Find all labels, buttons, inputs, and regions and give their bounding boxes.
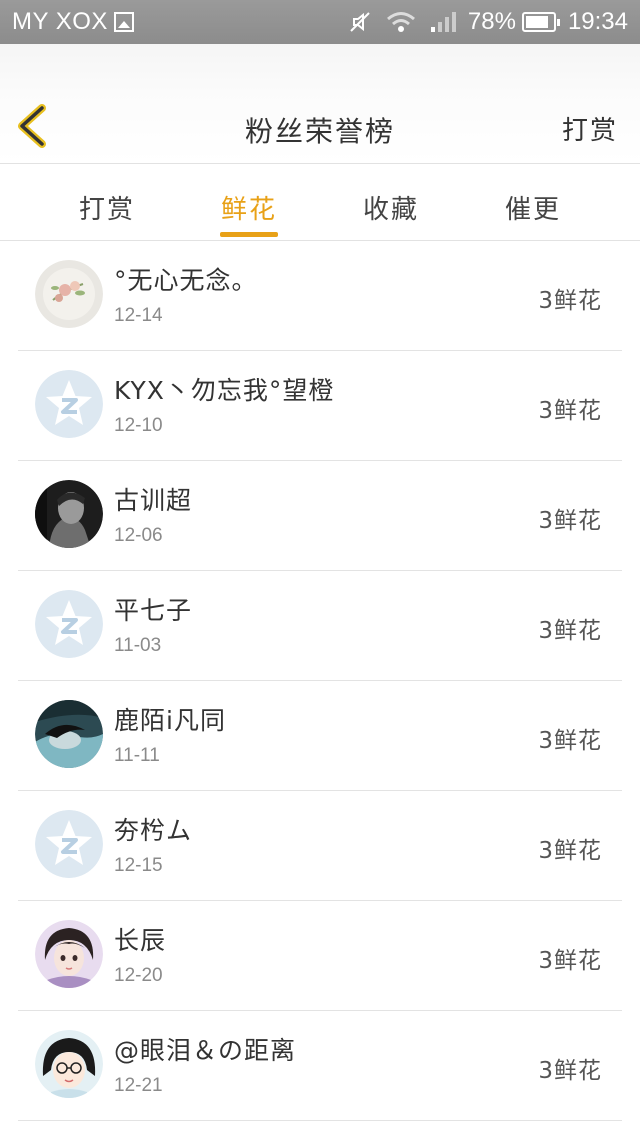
list-item[interactable]: 长辰 12-20 3鲜花 — [0, 901, 640, 1011]
fan-name: 夯枍ム — [114, 816, 193, 845]
sleeping-person-avatar — [35, 700, 103, 768]
page-title: 粉丝荣誉榜 — [244, 115, 395, 148]
fan-date: 11-03 — [114, 635, 162, 656]
reward-button[interactable]: 打赏 — [562, 110, 618, 147]
man-portrait-avatar — [35, 480, 103, 548]
flower-avatar — [35, 260, 103, 328]
fan-name: KYX丶勿忘我°望橙 — [114, 376, 335, 405]
fan-date: 12-14 — [114, 305, 163, 326]
list-item[interactable]: 夯枍ム 12-15 3鲜花 — [0, 791, 640, 901]
list-item[interactable]: °无心无念。 12-14 3鲜花 — [0, 241, 640, 351]
list-item[interactable]: @眼泪＆の距离 12-21 3鲜花 — [0, 1011, 640, 1121]
status-bar-left: MY XOX — [12, 8, 134, 36]
default-qzone-avatar — [35, 370, 103, 438]
list-item[interactable]: 平七子 11-03 3鲜花 — [0, 571, 640, 681]
app-header: 粉丝荣誉榜 打赏 — [0, 44, 640, 164]
list-item[interactable]: 古训超 12-06 3鲜花 — [0, 461, 640, 571]
tab-reward[interactable]: 打赏 — [62, 189, 152, 226]
cartoon-glasses-girl-avatar — [35, 1030, 103, 1098]
fan-date: 12-20 — [114, 965, 163, 986]
fan-date: 12-06 — [114, 525, 163, 546]
list-item[interactable]: KYX丶勿忘我°望橙 12-10 3鲜花 — [0, 351, 640, 461]
fan-date: 12-10 — [114, 415, 163, 436]
flower-count: 3鲜花 — [538, 508, 602, 534]
list-item[interactable]: 鹿陌i凡同 11-11 3鲜花 — [0, 681, 640, 791]
mute-icon — [348, 10, 372, 34]
fan-name: 古训超 — [114, 486, 193, 515]
wifi-icon — [386, 11, 416, 33]
fan-date: 11-11 — [114, 745, 160, 766]
battery-icon — [521, 12, 560, 32]
flower-count: 3鲜花 — [538, 948, 602, 974]
carrier-name: MY XOX — [12, 8, 108, 35]
fan-list: °无心无念。 12-14 3鲜花 KYX丶勿忘我°望橙 12-10 3鲜花 古训… — [0, 241, 640, 1121]
anime-girl-avatar — [35, 920, 103, 988]
tab-favorites[interactable]: 收藏 — [346, 189, 436, 226]
status-bar: MY XOX 78% 19:34 — [0, 0, 640, 44]
gallery-notification-icon — [113, 12, 134, 32]
fan-date: 12-15 — [114, 855, 163, 876]
fan-date: 12-21 — [114, 1075, 163, 1096]
default-qzone-avatar — [35, 810, 103, 878]
flower-count: 3鲜花 — [538, 838, 602, 864]
status-bar-right: 78% 19:34 — [334, 8, 628, 36]
flower-count: 3鲜花 — [538, 398, 602, 424]
active-tab-indicator — [220, 232, 278, 237]
flower-count: 3鲜花 — [538, 1058, 602, 1084]
default-qzone-avatar — [35, 590, 103, 658]
fan-name: °无心无念。 — [114, 266, 258, 295]
tab-flowers[interactable]: 鲜花 — [204, 189, 294, 226]
fan-name: 平七子 — [114, 596, 193, 625]
flower-count: 3鲜花 — [538, 728, 602, 754]
flower-count: 3鲜花 — [538, 618, 602, 644]
tab-urge-update[interactable]: 催更 — [488, 189, 578, 226]
fan-name: @眼泪＆の距离 — [114, 1036, 297, 1065]
flower-count: 3鲜花 — [538, 288, 602, 314]
fan-name: 鹿陌i凡同 — [114, 706, 226, 735]
tab-bar: 打赏 鲜花 收藏 催更 — [0, 165, 640, 241]
fan-name: 长辰 — [114, 926, 167, 955]
signal-icon — [430, 11, 456, 33]
battery-percent: 78% — [467, 8, 516, 35]
clock: 19:34 — [567, 8, 628, 35]
